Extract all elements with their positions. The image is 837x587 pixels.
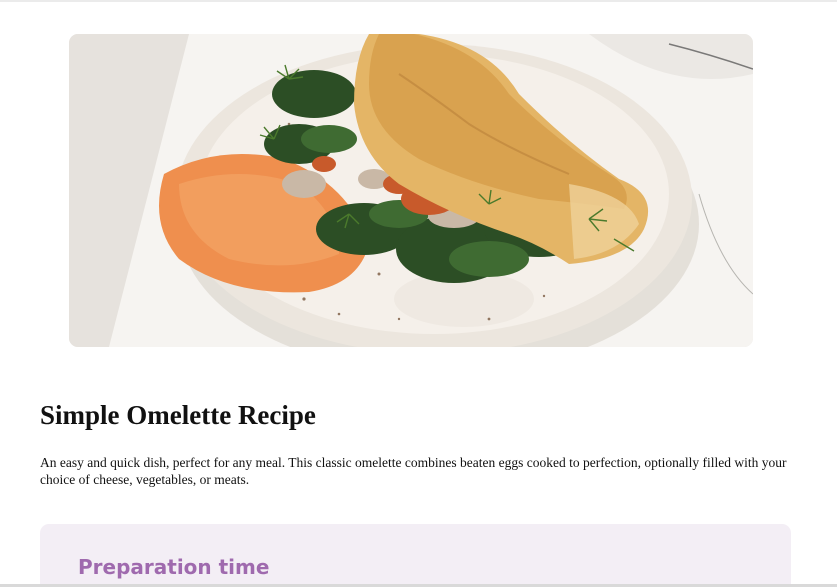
- top-divider: [0, 0, 837, 2]
- recipe-description: An easy and quick dish, perfect for any …: [40, 455, 787, 487]
- hero-image: [69, 34, 753, 347]
- recipe-title: Simple Omelette Recipe: [40, 400, 316, 430]
- preparation-time-heading: Preparation time: [78, 555, 270, 579]
- preparation-time-card: Preparation time: [40, 524, 791, 587]
